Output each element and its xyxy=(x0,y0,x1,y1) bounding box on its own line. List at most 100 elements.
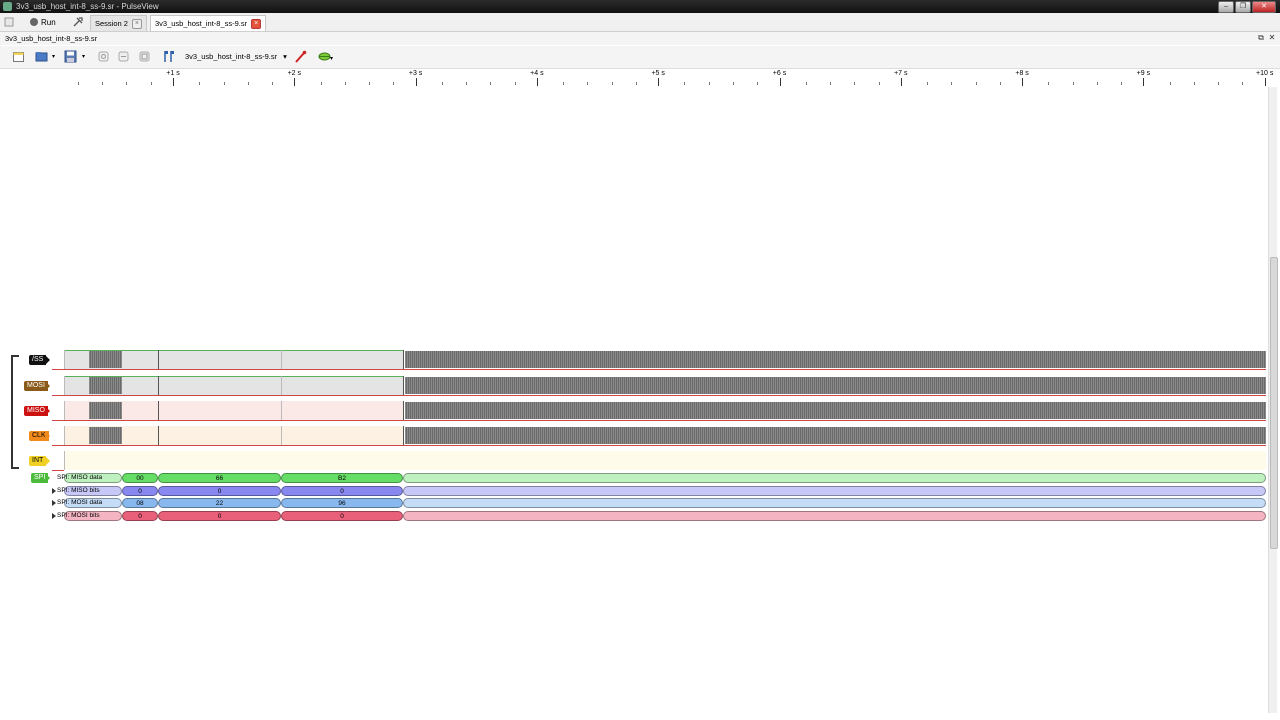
close-tab-icon[interactable]: × xyxy=(251,18,262,29)
trace-burst xyxy=(89,402,122,419)
maximize-button[interactable]: ❐ xyxy=(1235,1,1251,13)
ruler-minor-tick xyxy=(102,82,104,85)
open-icon[interactable] xyxy=(35,50,48,63)
ruler-minor-tick xyxy=(635,82,637,85)
trace-low-line xyxy=(52,369,64,370)
ruler-minor-tick xyxy=(1048,82,1050,85)
window-titlebar: 3v3_usb_host_int-8_ss-9.sr - PulseView –… xyxy=(0,0,1280,13)
markers-icon[interactable] xyxy=(162,50,175,63)
trace-low-line xyxy=(64,369,1266,370)
ruler-minor-tick xyxy=(1193,82,1195,85)
channel-trace[interactable] xyxy=(52,399,1266,422)
ruler-minor-tick xyxy=(247,82,249,85)
ruler-minor-tick xyxy=(951,82,953,85)
trace-high-line xyxy=(64,451,1266,452)
expand-row-icon[interactable] xyxy=(52,512,56,519)
channel-label-int[interactable]: INT xyxy=(29,456,47,466)
ruler-major-tick xyxy=(779,78,781,86)
annotation[interactable]: 00 xyxy=(122,473,158,483)
scrollbar-thumb[interactable] xyxy=(1270,257,1278,549)
channel-trace[interactable] xyxy=(52,424,1266,447)
trace-edge xyxy=(64,401,65,420)
annotation[interactable] xyxy=(403,510,1266,521)
tab-session-2[interactable]: Session 2 × xyxy=(90,15,147,31)
channel-group-bracket xyxy=(11,355,19,469)
ruler-minor-tick xyxy=(1072,82,1074,85)
annotation[interactable]: 66 xyxy=(158,473,281,483)
decoder-row[interactable]: 00 66 B2 xyxy=(52,473,1266,483)
ruler-minor-tick xyxy=(369,82,371,85)
trace-burst xyxy=(405,377,1266,394)
annotation[interactable]: 08 xyxy=(122,498,158,509)
ruler-minor-tick xyxy=(320,82,322,85)
annotation[interactable]: 0 xyxy=(281,510,403,521)
open-dropdown-icon[interactable]: ▾ xyxy=(52,53,55,60)
ruler-label: +9 s xyxy=(1136,70,1151,77)
minimize-button[interactable]: – xyxy=(1218,1,1234,13)
annotation[interactable]: 0 xyxy=(122,510,158,521)
channel-trace[interactable] xyxy=(52,449,1266,472)
new-session-icon[interactable] xyxy=(12,50,25,63)
save-dropdown-icon[interactable]: ▾ xyxy=(82,53,85,60)
ruler-major-tick xyxy=(173,78,174,86)
annotation[interactable]: B2 xyxy=(281,473,403,483)
trace-low-line xyxy=(64,445,1266,446)
run-button[interactable]: Run xyxy=(30,16,56,28)
annotation[interactable] xyxy=(403,498,1266,509)
ruler-minor-tick xyxy=(1121,82,1123,85)
ruler-label: +3 s xyxy=(408,70,423,77)
annotation[interactable]: 0 xyxy=(158,510,281,521)
channel-label-ss[interactable]: /SS xyxy=(29,355,47,365)
connect-icon[interactable] xyxy=(97,50,110,63)
ruler-minor-tick xyxy=(1096,82,1098,85)
annotation[interactable]: 0 xyxy=(281,485,403,496)
ruler-minor-tick xyxy=(611,82,613,85)
trace-edge xyxy=(281,426,282,445)
annotation[interactable] xyxy=(403,485,1266,496)
annotation[interactable] xyxy=(403,473,1266,483)
float-view-icon[interactable]: ⧉ xyxy=(1257,33,1265,43)
probe-icon[interactable] xyxy=(294,50,307,63)
decoder-row-label: SPI: MOSI data xyxy=(57,499,103,507)
run-icon xyxy=(30,18,38,26)
expand-row-icon[interactable] xyxy=(52,500,56,507)
channel-trace[interactable] xyxy=(52,348,1266,371)
close-window-button[interactable]: ✕ xyxy=(1252,1,1276,13)
tab-active-file[interactable]: 3v3_usb_host_int-8_ss-9.sr × xyxy=(150,15,267,31)
ruler-minor-tick xyxy=(708,82,710,85)
ruler-minor-tick xyxy=(805,82,807,85)
zoom-fit-icon[interactable] xyxy=(138,50,151,63)
close-view-icon[interactable]: ✕ xyxy=(1268,33,1276,43)
ruler-minor-tick xyxy=(150,82,152,85)
vertical-scrollbar[interactable] xyxy=(1268,87,1278,713)
device-selector[interactable]: 3v3_usb_host_int-8_ss-9.sr ▾ xyxy=(185,51,287,63)
trace-low-line xyxy=(52,395,64,396)
annotation[interactable]: 96 xyxy=(281,498,403,509)
annotation[interactable]: 22 xyxy=(158,498,281,509)
main-menu-icon[interactable] xyxy=(4,17,14,27)
decoder-dropdown-icon[interactable]: ▾ xyxy=(330,55,333,62)
ruler-minor-tick xyxy=(927,82,929,85)
trace-edge xyxy=(158,401,159,420)
ruler-minor-tick xyxy=(975,82,977,85)
ruler-minor-tick xyxy=(344,82,346,85)
save-icon[interactable] xyxy=(64,50,77,63)
document-name: 3v3_usb_host_int-8_ss-9.sr xyxy=(5,34,98,43)
decoder-row[interactable]: 000 xyxy=(52,510,1266,521)
close-tab-icon[interactable]: × xyxy=(131,18,142,29)
trace-edge xyxy=(64,350,65,369)
disconnect-icon[interactable] xyxy=(117,50,130,63)
time-ruler[interactable]: +1 s +2 s +3 s +4 s +5 s +6 s +7 s +8 s +9 s +10 … xyxy=(52,69,1273,87)
channel-label-arrow xyxy=(45,406,50,416)
annotation[interactable]: 0 xyxy=(158,485,281,496)
ruler-minor-tick xyxy=(732,82,734,85)
decoder-row[interactable]: 08 22 96 xyxy=(52,498,1266,509)
expand-row-icon[interactable] xyxy=(52,487,56,494)
channel-trace[interactable] xyxy=(52,374,1266,397)
trace-high-region xyxy=(64,451,1266,470)
annotation[interactable]: 0 xyxy=(122,485,158,496)
decoder-row[interactable]: 000 xyxy=(52,485,1266,496)
ruler-minor-tick xyxy=(199,82,201,85)
trace-edge xyxy=(403,401,404,420)
settings-tools-icon[interactable] xyxy=(73,17,83,27)
